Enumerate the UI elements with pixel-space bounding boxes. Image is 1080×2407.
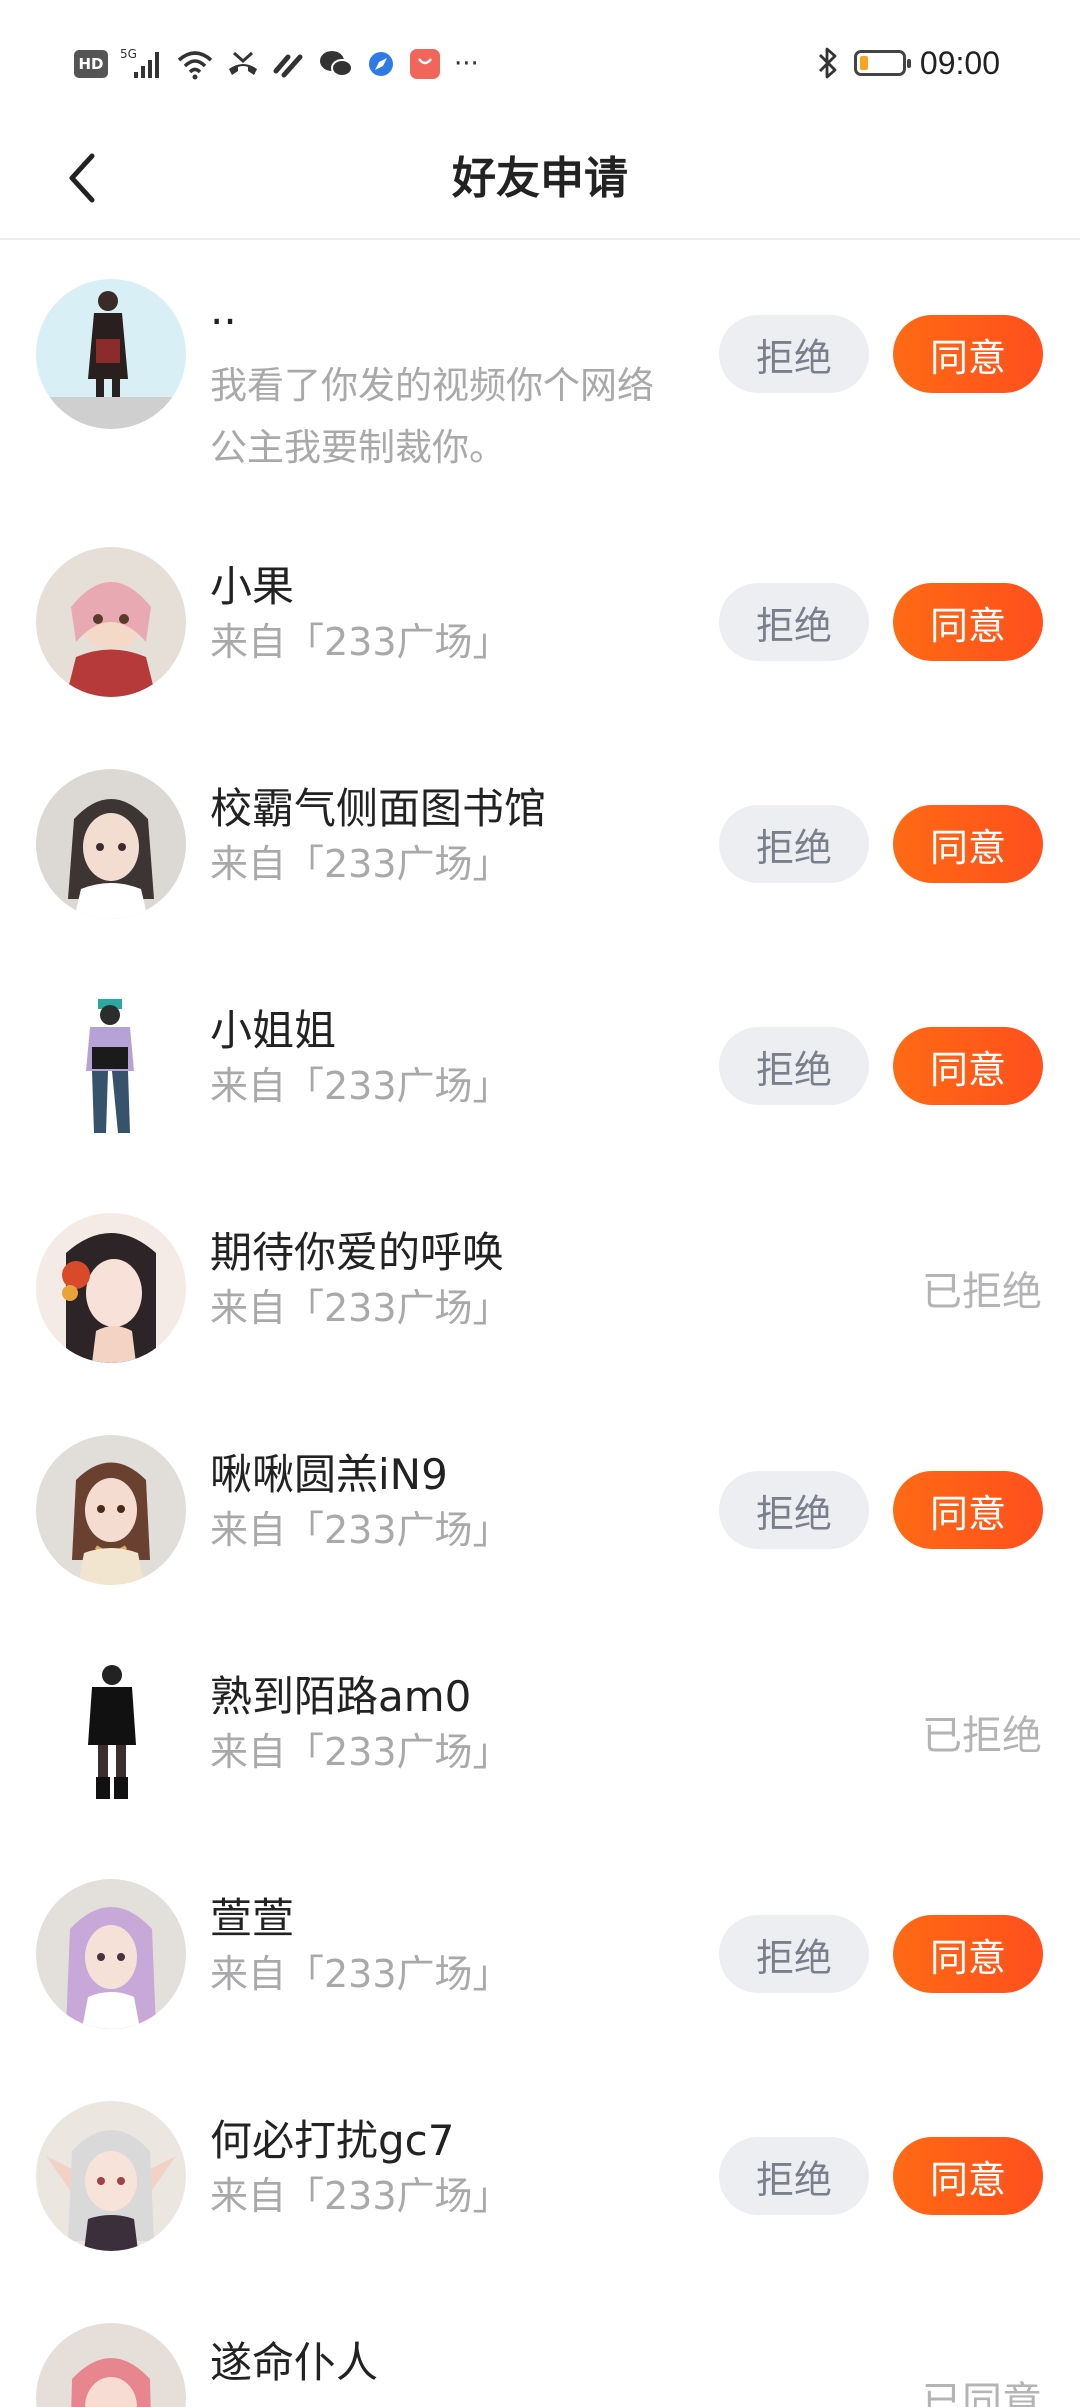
shopping-icon [408, 46, 442, 82]
request-name: 期待你爱的呼唤 [210, 1228, 505, 1277]
reject-button[interactable]: 拒绝 [719, 805, 869, 883]
request-name: 小姐姐 [210, 1006, 337, 1055]
request-name: 啾啾圆羔iN9 [210, 1450, 448, 1499]
avatar[interactable] [36, 1657, 186, 1807]
request-source: 来自「233广场」 [210, 1064, 511, 1108]
link-icon [272, 46, 306, 82]
avatar[interactable] [36, 991, 186, 1141]
avatar[interactable] [36, 2101, 186, 2251]
status-badge: 已拒绝 [922, 1269, 1042, 1315]
list-item: 熟到陌路am0 来自「233广场」 已拒绝 [0, 1611, 1080, 1833]
request-message-line: 公主我要制裁你。 [210, 426, 506, 469]
more-dots-icon: ··· [454, 49, 479, 79]
list-item: 校霸气侧面图书馆 来自「233广场」 拒绝 同意 [0, 723, 1080, 945]
request-name: 校霸气侧面图书馆 [210, 784, 547, 833]
request-name: 小果 [210, 562, 295, 611]
request-name: .. [210, 285, 237, 334]
reject-button[interactable]: 拒绝 [719, 1915, 869, 1993]
accept-button[interactable]: 同意 [893, 1915, 1043, 1993]
status-bar-left: HD 5G ··· [74, 44, 479, 84]
request-source: 来自「233广场」 [210, 842, 511, 886]
list-item: 啾啾圆羔iN9 来自「233广场」 拒绝 同意 [0, 1389, 1080, 1611]
avatar[interactable] [36, 279, 186, 429]
request-source: 来自「233广场」 [210, 1286, 511, 1330]
signal-5g-icon: 5G [120, 46, 164, 82]
request-name: 遂命仆人 [210, 2338, 379, 2387]
avatar[interactable] [36, 1879, 186, 2029]
friend-request-list: .. 我看了你发的视频你个网络 公主我要制裁你。 拒绝 同意 小果 来自「233… [0, 240, 1080, 2407]
battery-icon [853, 50, 911, 76]
status-bar-right: 09:00 [816, 40, 1000, 86]
header: 好友申请 [0, 120, 1080, 240]
avatar[interactable] [36, 1213, 186, 1363]
request-source: 来自「233广场」 [210, 2174, 511, 2218]
battery-level [859, 56, 868, 70]
wifi-icon [176, 46, 214, 82]
status-badge: 已同意 [922, 2379, 1042, 2407]
reject-button[interactable]: 拒绝 [719, 315, 869, 393]
avatar[interactable] [36, 2323, 186, 2407]
request-name: 萱萱 [210, 1894, 295, 1943]
request-message-line: 我看了你发的视频你个网络 [210, 364, 654, 407]
avatar[interactable] [36, 1435, 186, 1585]
svg-text:5G: 5G [120, 47, 137, 61]
page-title: 好友申请 [452, 153, 628, 204]
reject-button[interactable]: 拒绝 [719, 583, 869, 661]
wechat-icon [318, 46, 354, 82]
hd-icon: HD [74, 50, 108, 78]
request-message: 我看了你发的视频你个网络 公主我要制裁你。 [210, 355, 690, 479]
list-item: 萱萱 来自「233广场」 拒绝 同意 [0, 1833, 1080, 2055]
reject-button[interactable]: 拒绝 [719, 1027, 869, 1105]
request-source: 来自「233广场」 [210, 620, 511, 664]
request-name: 熟到陌路am0 [210, 1672, 472, 1721]
accept-button[interactable]: 同意 [893, 1027, 1043, 1105]
avatar[interactable] [36, 547, 186, 697]
missed-call-icon [226, 46, 260, 82]
accept-button[interactable]: 同意 [893, 805, 1043, 883]
browser-icon [366, 46, 396, 82]
list-item: .. 我看了你发的视频你个网络 公主我要制裁你。 拒绝 同意 [0, 240, 1080, 501]
request-source: 来自「233广场」 [210, 1508, 511, 1552]
accept-button[interactable]: 同意 [893, 1471, 1043, 1549]
list-item: 期待你爱的呼唤 来自「233广场」 已拒绝 [0, 1167, 1080, 1389]
list-item: 小果 来自「233广场」 拒绝 同意 [0, 501, 1080, 723]
accept-button[interactable]: 同意 [893, 2137, 1043, 2215]
bluetooth-icon [816, 45, 840, 81]
avatar[interactable] [36, 769, 186, 919]
list-item: 小姐姐 来自「233广场」 拒绝 同意 [0, 945, 1080, 1167]
accept-button[interactable]: 同意 [893, 583, 1043, 661]
request-name: 何必打扰gc7 [210, 2116, 455, 2165]
clock: 09:00 [919, 44, 1000, 81]
status-bar: HD 5G ··· 09:00 [0, 0, 1080, 120]
status-badge: 已拒绝 [922, 1713, 1042, 1759]
request-source: 来自「233广场」 [210, 1952, 511, 1996]
reject-button[interactable]: 拒绝 [719, 2137, 869, 2215]
accept-button[interactable]: 同意 [893, 315, 1043, 393]
request-source: 来自「233广场」 [210, 1730, 511, 1774]
reject-button[interactable]: 拒绝 [719, 1471, 869, 1549]
list-item: 何必打扰gc7 来自「233广场」 拒绝 同意 [0, 2055, 1080, 2277]
